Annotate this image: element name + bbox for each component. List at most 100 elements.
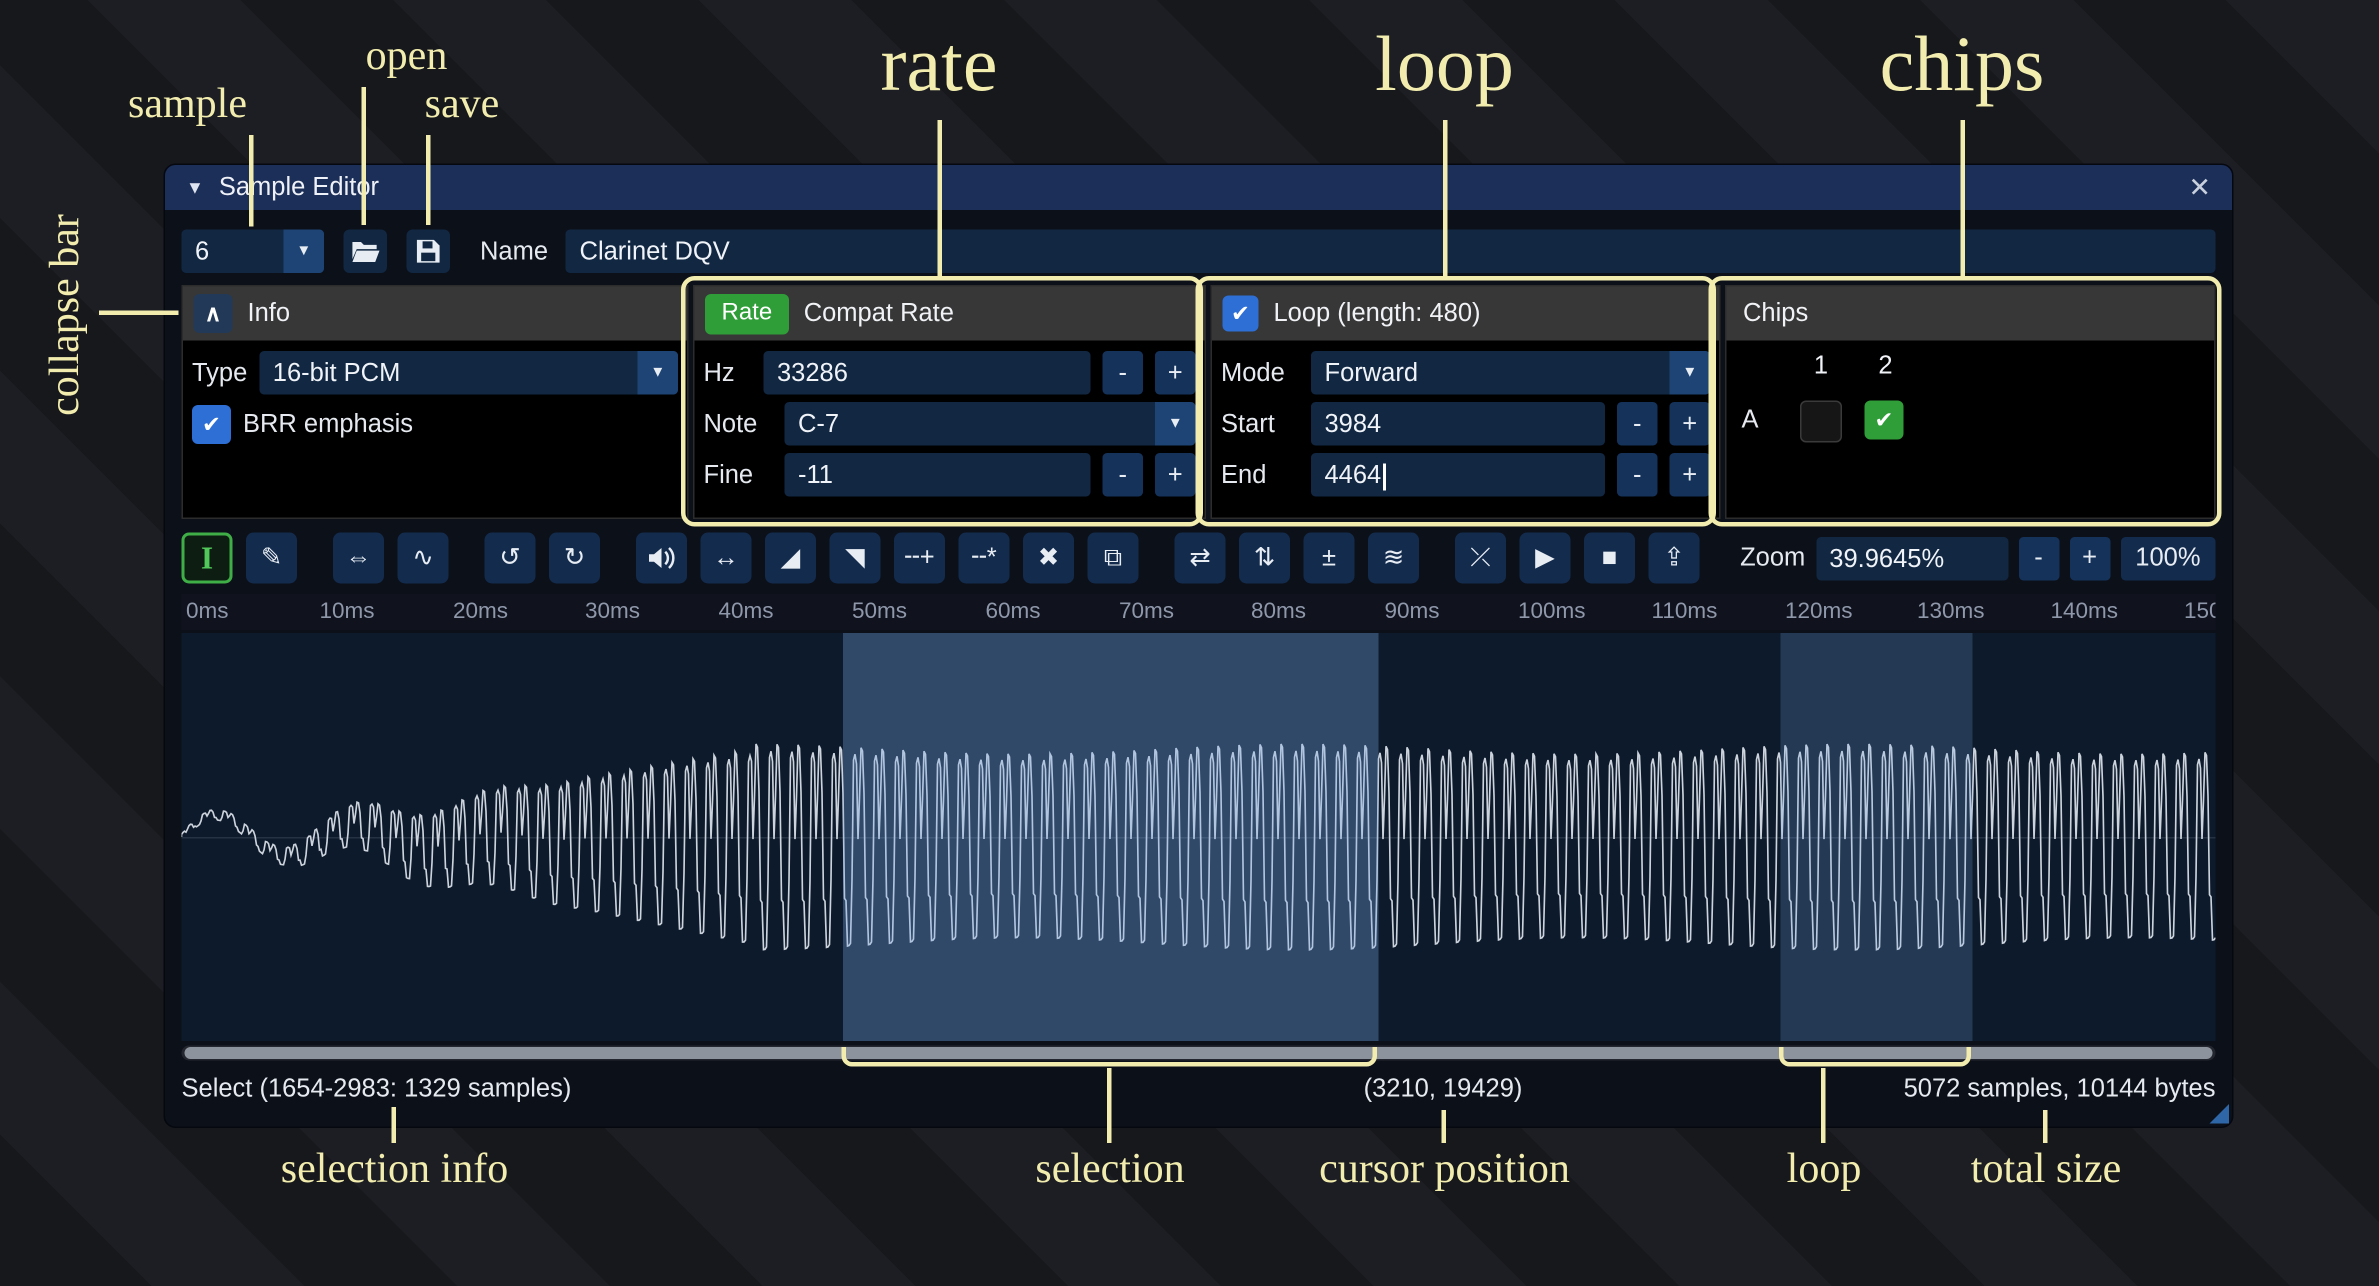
sample-name-input[interactable]: Clarinet DQV [566, 230, 2215, 274]
ruler-label: 30ms [585, 599, 640, 625]
sample-toolbar: I ✎ ⇔ ∿ ↺ ↻ ↔ ◢ ◥ ╌+ ╌* ✖ ⧉ ⇄ [182, 533, 2216, 584]
resample-button[interactable]: ∿ [398, 533, 449, 584]
loop-start-increment-button[interactable]: + [1670, 402, 1711, 446]
rate-panel: Rate Compat Rate Hz 33286 - + Note C-7 [693, 285, 1206, 519]
fine-decrement-button[interactable]: - [1103, 453, 1144, 497]
insert-silence-button[interactable]: ╌+ [894, 533, 945, 584]
annotation-collapse-bar: collapse bar [42, 214, 90, 416]
info-panel: ∧ Info Type 16-bit PCM ▼ ✔ [182, 285, 689, 519]
zoom-in-button[interactable]: + [2069, 536, 2110, 580]
chip-2-checkbox[interactable]: ✔ [1865, 401, 1904, 440]
filter-button[interactable]: ≋ [1368, 533, 1419, 584]
loop-end-increment-button[interactable]: + [1670, 453, 1711, 497]
hz-decrement-button[interactable]: - [1103, 351, 1144, 395]
ruler-label: 140ms [2051, 599, 2119, 625]
selection-region[interactable] [843, 633, 1379, 1041]
resize-icon: ⇔ [346, 543, 372, 573]
window-resize-grip[interactable] [2210, 1104, 2230, 1124]
loop-end-decrement-button[interactable]: - [1617, 453, 1658, 497]
close-icon[interactable]: ✕ [2188, 172, 2211, 204]
window-collapse-icon[interactable]: ▼ [186, 177, 204, 198]
loop-enable-checkbox[interactable]: ✔ [1223, 296, 1259, 332]
redo-button[interactable]: ↻ [549, 533, 600, 584]
create-wavetable-button[interactable]: ⇪ [1649, 533, 1700, 584]
chevron-down-icon[interactable]: ▼ [638, 351, 679, 395]
crossfade-button[interactable]: ⤫ [1455, 533, 1506, 584]
chip-1-checkbox[interactable] [1800, 401, 1842, 443]
apply-silence-button[interactable]: ╌* [959, 533, 1010, 584]
chips-panel-header: Chips [1727, 287, 2215, 341]
loop-panel-header: ✔ Loop (length: 480) [1212, 287, 1719, 341]
brr-emphasis-checkbox[interactable]: ✔ [192, 404, 231, 443]
check-icon: ✔ [1875, 407, 1894, 434]
cursor-position-text: (3210, 19429) [1364, 1074, 1523, 1104]
properties-panels-row: ∧ Info Type 16-bit PCM ▼ ✔ [182, 285, 2216, 519]
scrollbar-thumb[interactable] [185, 1047, 2213, 1059]
ruler-label: 120ms [1785, 599, 1853, 625]
rate-button[interactable]: Rate [705, 293, 789, 334]
waveform-scrollbar[interactable] [182, 1046, 2216, 1061]
zoom-controls: Zoom 39.9645% - + 100% [1740, 536, 2215, 580]
chevron-down-icon[interactable]: ▼ [284, 230, 325, 274]
resize-button[interactable]: ⇔ [333, 533, 384, 584]
ruler-label: 100ms [1518, 599, 1586, 625]
annotation-cursor-position: cursor position [1319, 1146, 1570, 1194]
time-ruler[interactable]: 0ms 10ms 20ms 30ms 40ms 50ms 60ms 70ms 8… [182, 594, 2216, 630]
ruler-label: 110ms [1652, 599, 1718, 625]
save-sample-button[interactable] [407, 230, 451, 274]
annotation-save: save [425, 81, 500, 129]
loop-start-decrement-button[interactable]: - [1617, 402, 1658, 446]
fine-input[interactable]: -11 [785, 453, 1091, 497]
fine-increment-button[interactable]: + [1155, 453, 1196, 497]
note-combo[interactable]: C-7 ▼ [785, 402, 1196, 446]
fade-out-button[interactable]: ◥ [830, 533, 881, 584]
fade-out-icon: ◥ [845, 543, 865, 573]
loop-end-input[interactable]: 4464 [1311, 453, 1605, 497]
sample-header-row: 6 ▼ Name Clarinet DQV [182, 230, 2216, 274]
window-titlebar[interactable]: ▼ Sample Editor ✕ [165, 165, 2232, 210]
zoom-reset-button[interactable]: 100% [2120, 536, 2215, 580]
zoom-out-button[interactable]: - [2018, 536, 2059, 580]
type-combo[interactable]: 16-bit PCM ▼ [259, 351, 678, 395]
collapse-bar-button[interactable]: ∧ [194, 294, 233, 333]
loop-start-input[interactable]: 3984 [1311, 402, 1605, 446]
chevron-down-icon[interactable]: ▼ [1155, 402, 1196, 446]
undo-button[interactable]: ↺ [485, 533, 536, 584]
hz-increment-button[interactable]: + [1155, 351, 1196, 395]
chevron-down-icon[interactable]: ▼ [1670, 351, 1711, 395]
delete-button[interactable]: ✖ [1023, 533, 1074, 584]
reverse-icon: ⇄ [1189, 543, 1210, 573]
zoom-input[interactable]: 39.9645% [1816, 536, 2008, 580]
normalize-icon: ↔ [713, 543, 739, 573]
sample-editor-window: ▼ Sample Editor ✕ 6 ▼ [164, 164, 2234, 1129]
draw-mode-button[interactable]: ✎ [246, 533, 297, 584]
fade-in-icon: ◢ [781, 543, 801, 573]
loop-mode-combo[interactable]: Forward ▼ [1311, 351, 1710, 395]
waveform-view[interactable] [182, 633, 2216, 1041]
reverse-button[interactable]: ⇄ [1175, 533, 1226, 584]
amplify-button[interactable] [636, 533, 687, 584]
type-label: Type [192, 358, 247, 388]
invert-button[interactable]: ⇅ [1239, 533, 1290, 584]
rate-panel-header: Rate Compat Rate [695, 287, 1205, 341]
annotation-total-size: total size [1971, 1146, 2121, 1194]
trim-crop-icon: ⧉ [1104, 543, 1122, 573]
normalize-button[interactable]: ↔ [701, 533, 752, 584]
open-sample-button[interactable] [344, 230, 388, 274]
chevron-up-icon: ∧ [205, 300, 221, 327]
hz-input[interactable]: 33286 [764, 351, 1091, 395]
stop-preview-button[interactable]: ■ [1584, 533, 1635, 584]
loop-panel: ✔ Loop (length: 480) Mode Forward ▼ Star… [1211, 285, 1721, 519]
resample-icon: ∿ [412, 543, 433, 573]
fade-in-button[interactable]: ◢ [765, 533, 816, 584]
loop-region[interactable] [1781, 633, 1973, 1041]
status-bar: Select (1654-2983: 1329 samples) (3210, … [182, 1065, 2216, 1113]
select-mode-button[interactable]: I [182, 533, 233, 584]
ruler-label: 40ms [719, 599, 774, 625]
preview-button[interactable]: ▶ [1520, 533, 1571, 584]
sample-select-combo[interactable]: 6 ▼ [182, 230, 325, 274]
chips-panel-title: Chips [1743, 299, 1808, 329]
sign-exchange-button[interactable]: ± [1304, 533, 1355, 584]
info-panel-title: Info [248, 299, 291, 329]
trim-button[interactable]: ⧉ [1088, 533, 1139, 584]
